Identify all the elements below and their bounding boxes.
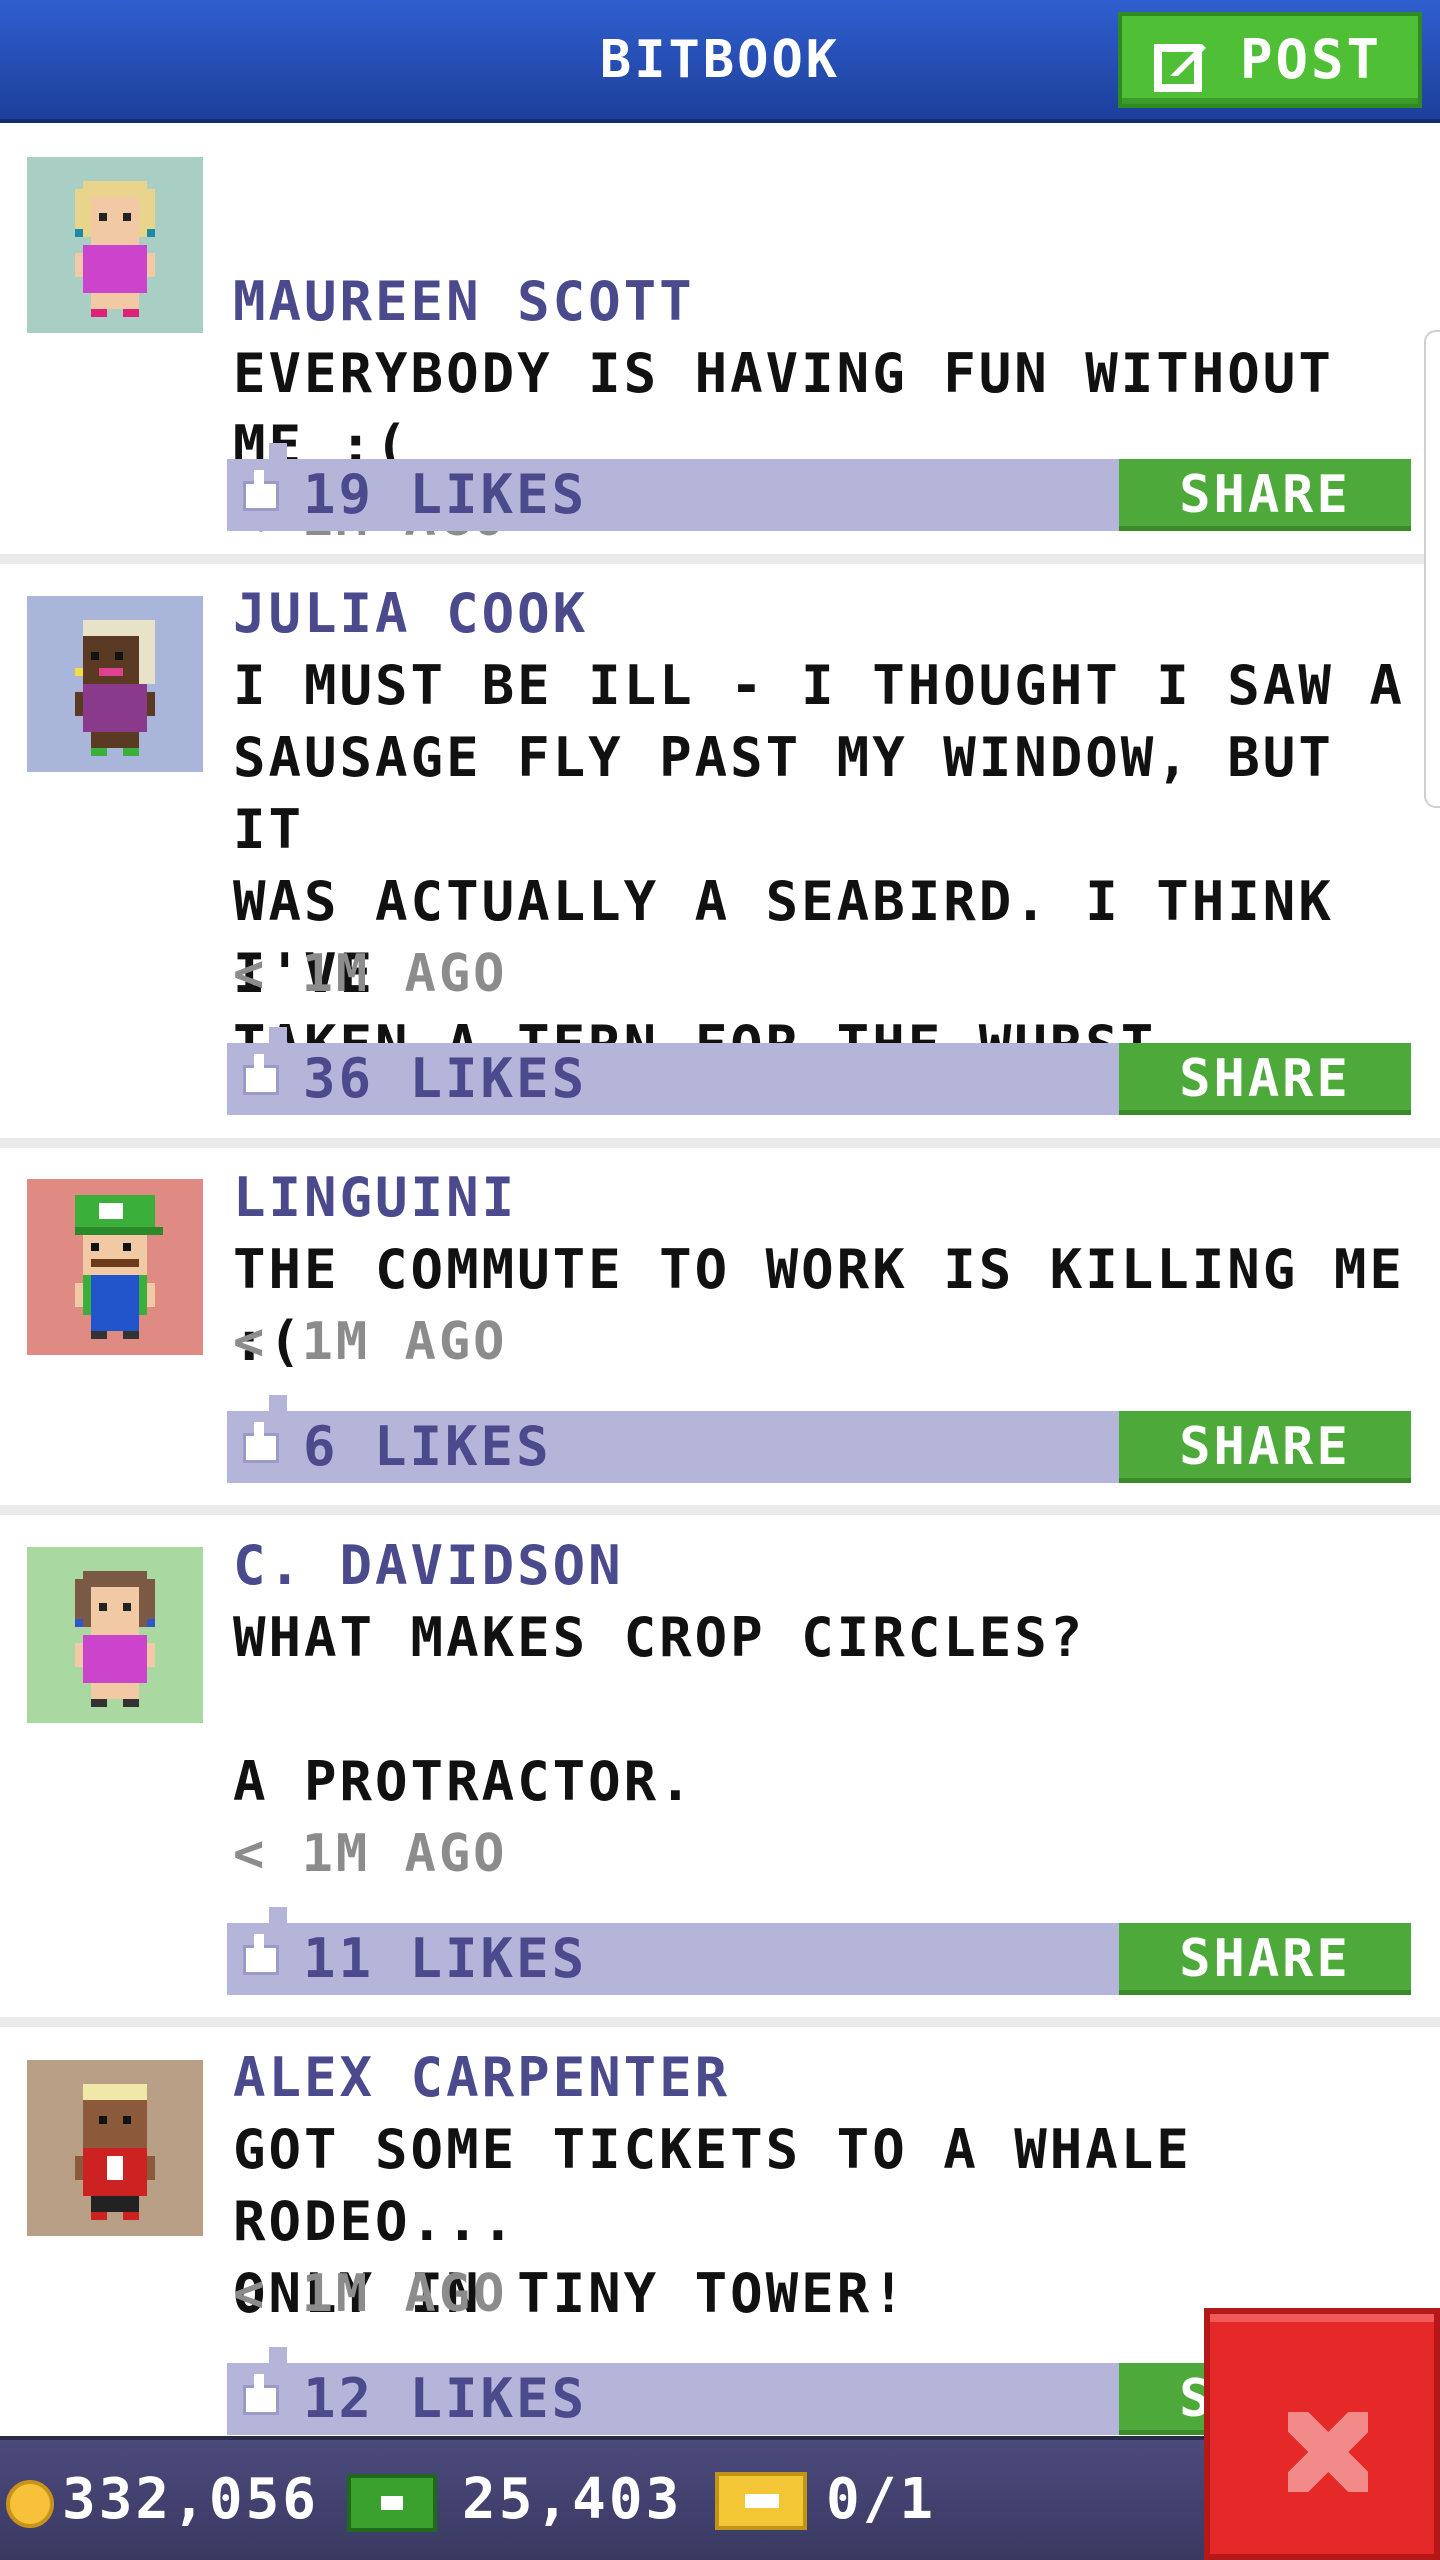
like-icon[interactable] xyxy=(243,1054,279,1095)
likes-count: 12 LIKES xyxy=(303,2367,588,2430)
ticket-icon xyxy=(715,2472,807,2530)
close-icon xyxy=(1288,2412,1368,2492)
like-bar-notch xyxy=(269,1027,287,1043)
coin-icon xyxy=(6,2480,54,2528)
bux-icon xyxy=(347,2474,437,2532)
post-divider xyxy=(0,1505,1440,1515)
post-author[interactable]: ALEX CARPENTER xyxy=(233,2042,730,2114)
share-button[interactable]: SHARE xyxy=(1119,1411,1411,1483)
like-icon[interactable] xyxy=(243,1934,279,1975)
share-button[interactable]: SHARE xyxy=(1119,459,1411,531)
like-icon[interactable] xyxy=(243,1422,279,1463)
likes-count: 11 LIKES xyxy=(303,1927,588,1990)
post-text: WHAT MAKES CROP CIRCLES? A PROTRACTOR. xyxy=(233,1606,1086,1813)
post-divider xyxy=(0,554,1440,564)
likes-count: 6 LIKES xyxy=(303,1415,552,1478)
post-time: < 1M AGO xyxy=(233,1312,508,1372)
like-bar-notch xyxy=(269,443,287,459)
post-author[interactable]: LINGUINI xyxy=(233,1162,517,1234)
likes-count: 36 LIKES xyxy=(303,1047,588,1110)
bux-count: 25,403 xyxy=(462,2467,683,2532)
post-divider xyxy=(0,1138,1440,1148)
share-button[interactable]: SHARE xyxy=(1119,1923,1411,1995)
post-time: < 1M AGO xyxy=(233,2264,508,2324)
post-text: I MUST BE ILL - I THOUGHT I SAW A SAUSAG… xyxy=(233,654,1405,1077)
like-bar-notch xyxy=(269,2347,287,2363)
post-divider xyxy=(0,2017,1440,2027)
avatar xyxy=(27,1179,203,1355)
close-button[interactable] xyxy=(1204,2308,1440,2560)
scroll-edge[interactable] xyxy=(1424,330,1440,808)
avatar xyxy=(27,1547,203,1723)
feed-posts-layer: 19 LIKES SHARE JULIA COOK I MUST BE ILL … xyxy=(0,0,1440,2436)
avatar xyxy=(27,2060,203,2236)
like-icon[interactable] xyxy=(243,470,279,511)
like-bar-notch xyxy=(269,1907,287,1923)
like-icon[interactable] xyxy=(243,2374,279,2415)
post-time: < 1M AGO xyxy=(233,944,508,1004)
share-button[interactable]: SHARE xyxy=(1119,1043,1411,1115)
likes-count: 19 LIKES xyxy=(303,463,588,526)
like-bar-notch xyxy=(269,1395,287,1411)
post-author[interactable]: JULIA COOK xyxy=(233,578,588,650)
tickets-count: 0/1 xyxy=(826,2467,937,2532)
post-author[interactable]: C. DAVIDSON xyxy=(233,1530,624,1602)
post-time: < 1M AGO xyxy=(233,1824,508,1884)
coins-count: 332,056 xyxy=(62,2467,320,2532)
avatar xyxy=(27,596,203,772)
